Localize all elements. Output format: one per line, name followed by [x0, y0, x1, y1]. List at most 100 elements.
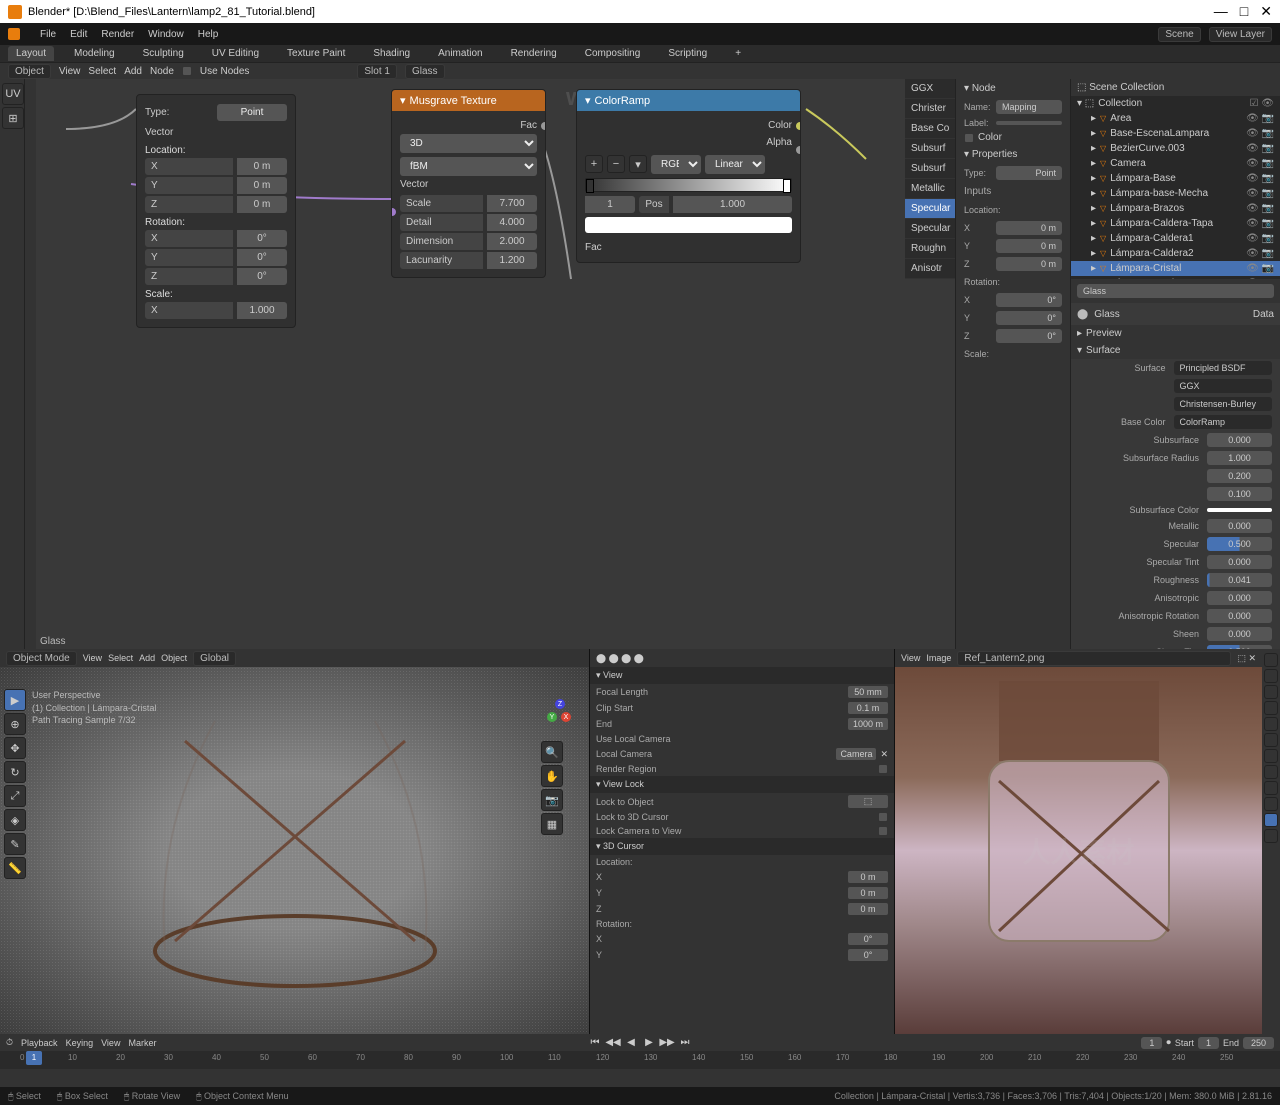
property-value[interactable]: ColorRamp [1174, 415, 1273, 429]
jump-end-button[interactable]: ⏭ [678, 1036, 692, 1050]
view-layer-selector[interactable]: View Layer [1209, 27, 1272, 42]
dimension-field[interactable]: 2.000 [487, 233, 537, 250]
menu-view[interactable]: View [101, 1038, 120, 1048]
menu-playback[interactable]: Playback [21, 1038, 58, 1048]
object-tab-icon[interactable] [1264, 733, 1278, 747]
menu-marker[interactable]: Marker [128, 1038, 156, 1048]
property-value[interactable] [1207, 508, 1272, 512]
menu-help[interactable]: Help [198, 29, 219, 40]
property-value[interactable]: 0.000 [1207, 609, 1272, 623]
property-value[interactable]: 0.000 [1207, 627, 1272, 641]
current-frame-field[interactable]: 1 [1141, 1037, 1162, 1049]
property-value[interactable]: 1.000 [1207, 451, 1272, 465]
property-value[interactable]: Christensen-Burley [1174, 397, 1273, 411]
property-value[interactable]: 0.000 [1207, 433, 1272, 447]
local-camera-field[interactable]: Camera [836, 748, 876, 760]
node-label-field[interactable] [996, 121, 1062, 125]
slot-selector[interactable]: Slot 1 [357, 64, 397, 79]
tab-animation[interactable]: Animation [430, 46, 490, 61]
tab-compositing[interactable]: Compositing [577, 46, 649, 61]
zoom-icon[interactable]: 🔍 [541, 741, 563, 763]
collection-item[interactable]: ▾ ⬚ Collection☑ 👁 [1071, 96, 1280, 111]
lacunarity-field[interactable]: 1.200 [487, 252, 537, 269]
next-keyframe-button[interactable]: ▶▶ [660, 1036, 674, 1050]
property-value[interactable]: 0.000 [1207, 555, 1272, 569]
tab-texture-paint[interactable]: Texture Paint [279, 46, 353, 61]
playhead[interactable]: 1 [26, 1051, 42, 1065]
render-tab-icon[interactable] [1264, 653, 1278, 667]
property-value[interactable]: 0.000 [1207, 519, 1272, 533]
bsdf-row[interactable]: Christer [905, 99, 955, 119]
select-tool[interactable]: ▶ [4, 689, 26, 711]
tab-add[interactable]: + [727, 46, 749, 61]
render-region-checkbox[interactable] [878, 764, 888, 774]
stop-index-field[interactable]: 1 [585, 196, 635, 213]
bsdf-node-partial[interactable]: GGXChristerBase CoSubsurfSubsurfMetallic… [905, 79, 955, 279]
menu-view[interactable]: View [901, 653, 920, 663]
ortho-icon[interactable]: ▦ [541, 813, 563, 835]
annotate-tool[interactable]: ✎ [4, 833, 26, 855]
interp-dropdown[interactable]: Linear [705, 155, 765, 174]
data-tab[interactable]: Data [1253, 309, 1274, 320]
material-search[interactable]: Glass [1071, 279, 1280, 303]
detail-field[interactable]: 4.000 [487, 214, 537, 231]
outliner-item[interactable]: ▸ ▽ BezierCurve.003👁 📷 [1071, 141, 1280, 156]
bsdf-row[interactable]: GGX [905, 79, 955, 99]
lock-cursor-checkbox[interactable] [878, 812, 888, 822]
shading-icons[interactable]: ⬤ ⬤ ⬤ ⬤ [596, 653, 644, 664]
close-icon[interactable]: ⬚ ✕ [1237, 653, 1256, 664]
tab-modeling[interactable]: Modeling [66, 46, 123, 61]
remove-stop-button[interactable]: − [607, 155, 625, 173]
colorramp-node[interactable]: ▾ColorRamp Color Alpha + − ▾ RGB Linear … [576, 89, 801, 263]
minimize-button[interactable]: — [1214, 3, 1228, 20]
bsdf-row[interactable]: Subsurf [905, 159, 955, 179]
color-checkbox[interactable] [964, 133, 974, 143]
end-frame-field[interactable]: 250 [1243, 1037, 1274, 1049]
use-nodes-checkbox[interactable] [182, 66, 192, 76]
nav-gizmo[interactable]: X Y Z 🔍 ✋ 📷 ▦ [541, 697, 581, 835]
tool-icon[interactable]: ⊞ [2, 107, 24, 129]
jump-start-button[interactable]: ⏮ [588, 1036, 602, 1050]
object-mode-selector[interactable]: Object [8, 64, 51, 79]
tab-shading[interactable]: Shading [365, 46, 418, 61]
bsdf-row[interactable]: Metallic [905, 179, 955, 199]
image-selector[interactable]: Ref_Lantern2.png [957, 651, 1231, 666]
bsdf-row[interactable]: Subsurf [905, 139, 955, 159]
property-value[interactable]: 0.041 [1207, 573, 1272, 587]
rot-y[interactable]: 0° [237, 249, 287, 266]
loc-x[interactable]: 0 m [237, 158, 287, 175]
clip-start-field[interactable]: 0.1 m [848, 702, 888, 714]
scene-tab-icon[interactable] [1264, 701, 1278, 715]
3d-viewport[interactable]: Object Mode View Select Add Object Globa… [0, 649, 590, 1034]
focal-field[interactable]: 50 mm [848, 686, 888, 698]
color-ramp-gradient[interactable] [585, 178, 792, 192]
menu-image[interactable]: Image [926, 653, 951, 663]
tab-scripting[interactable]: Scripting [660, 46, 715, 61]
material-selector[interactable]: Glass [405, 64, 445, 79]
output-tab-icon[interactable] [1264, 669, 1278, 683]
outliner-item[interactable]: ▸ ▽ Lámpara-Cristal👁 📷 [1071, 261, 1280, 276]
property-value[interactable]: 0.500 [1207, 537, 1272, 551]
mapping-node[interactable]: Type: Point Vector Location: X0 m Y0 m Z… [136, 94, 296, 328]
scale-field[interactable]: 7.700 [487, 195, 537, 212]
rot-z[interactable]: 0° [237, 268, 287, 285]
mode-selector[interactable]: Object Mode [6, 651, 77, 666]
lock-object-field[interactable]: ⬚ [848, 795, 888, 808]
lock-camera-checkbox[interactable] [878, 826, 888, 836]
property-value[interactable]: 0.000 [1207, 591, 1272, 605]
menu-select[interactable]: Select [88, 66, 116, 77]
tab-uv-editing[interactable]: UV Editing [204, 46, 267, 61]
move-tool[interactable]: ✥ [4, 737, 26, 759]
modifier-tab-icon[interactable] [1264, 749, 1278, 763]
property-value[interactable]: 0.100 [1207, 487, 1272, 501]
bsdf-row[interactable]: Specular [905, 199, 955, 219]
outliner-item[interactable]: ▸ ▽ Lámpara-Caldera1👁 📷 [1071, 231, 1280, 246]
tools-dropdown[interactable]: ▾ [629, 155, 647, 173]
start-frame-field[interactable]: 1 [1198, 1037, 1219, 1049]
world-tab-icon[interactable] [1264, 717, 1278, 731]
outliner-item[interactable]: ▸ ▽ Lámpara-Base👁 📷 [1071, 171, 1280, 186]
outliner-item[interactable]: ▸ ▽ Area👁 📷 [1071, 111, 1280, 126]
close-button[interactable]: ✕ [1260, 3, 1272, 20]
menu-window[interactable]: Window [148, 29, 184, 40]
property-value[interactable]: Principled BSDF [1174, 361, 1273, 375]
